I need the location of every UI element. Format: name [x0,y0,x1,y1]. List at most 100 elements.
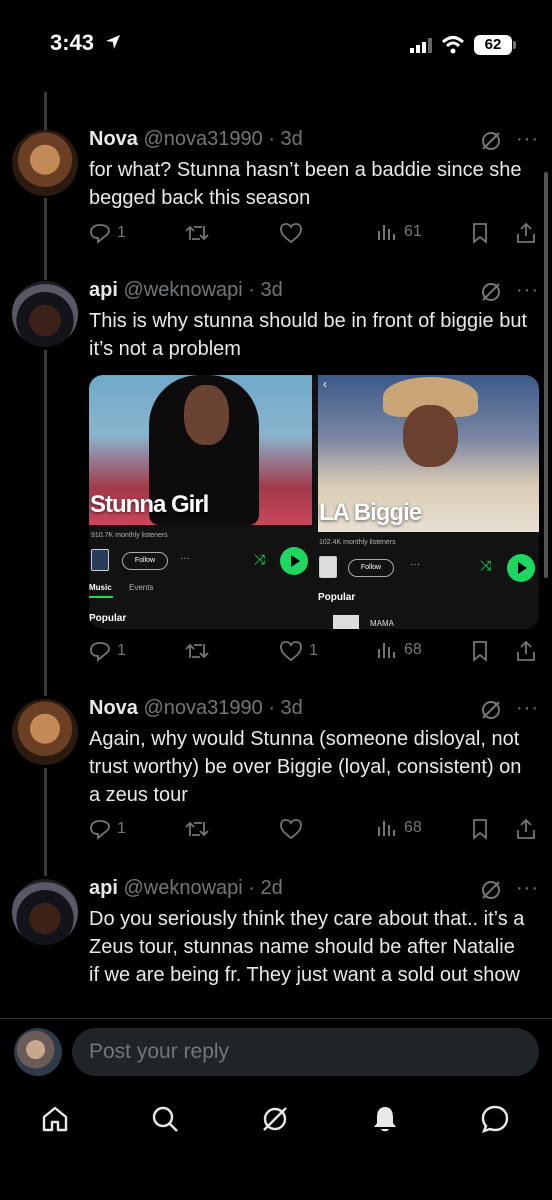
display-name[interactable]: Nova [89,697,138,719]
grok-icon[interactable] [260,1104,290,1134]
tweet-text: Do you seriously think they care about t… [89,908,525,986]
reply-input[interactable]: Post your reply [72,1028,539,1076]
views-button[interactable]: 61 [376,222,422,242]
like-button[interactable] [279,818,303,840]
repost-button[interactable] [184,222,210,244]
grok-icon[interactable] [480,879,502,901]
thread-line [44,768,47,876]
back-chevron-icon: ‹ [323,377,327,391]
more-icon: ··· [180,553,190,564]
views-button[interactable]: 68 [376,640,422,660]
share-icon[interactable] [515,818,537,840]
tweet-header: api @weknowapi · 2d [89,877,283,900]
repost-button[interactable] [184,818,210,840]
grok-icon[interactable] [480,130,502,152]
reply-button[interactable]: 1 [89,818,126,840]
avatar[interactable] [12,879,78,945]
status-bar: 3:43 62 [0,0,552,92]
reply-bar: Post your reply [0,1018,552,1084]
heart-icon [280,819,302,840]
display-name[interactable]: api [89,279,118,301]
home-icon[interactable] [40,1104,70,1134]
reply-button[interactable]: 1 [89,640,126,662]
cellular-signal-icon [410,38,432,53]
search-icon[interactable] [150,1104,180,1134]
tweet-actions: 1 61 [89,222,539,248]
grok-icon[interactable] [480,281,502,303]
views-button[interactable]: 68 [376,818,422,838]
play-icon [507,554,535,582]
monthly-listeners: 102.4K monthly listeners [319,539,396,546]
views-icon [378,821,395,836]
location-arrow-icon [106,35,120,49]
reply-count: 1 [117,224,126,241]
follow-button: Follow [122,552,168,570]
play-icon [280,547,308,575]
avatar[interactable] [14,1028,62,1076]
avatar[interactable] [12,281,78,347]
messages-icon[interactable] [480,1104,510,1134]
reply-button[interactable]: 1 [89,222,126,244]
battery-indicator: 62 [474,35,512,55]
thread-line [44,198,47,280]
reply-icon [90,820,110,840]
media-image-biggie[interactable]: ‹ LA Biggie 102.4K monthly listeners Fol… [318,375,539,629]
bookmark-icon[interactable] [470,222,490,244]
views-count: 68 [404,641,422,658]
tweet-actions: 1 1 68 [89,640,539,666]
track-title: MAMA [370,619,394,628]
tab-underline [89,596,113,598]
handle-and-time[interactable]: @nova31990 · 3d [143,128,302,150]
bookmark-icon[interactable] [470,640,490,662]
bookmark-icon[interactable] [470,818,490,840]
heart-icon [280,223,302,244]
reply-count: 1 [117,642,126,659]
playlist-thumbnail [91,549,109,571]
track-artwork [333,615,359,629]
like-button[interactable] [279,222,303,244]
repost-button[interactable] [184,640,210,662]
tab-events: Events [129,583,154,592]
playlist-thumbnail [319,556,337,578]
more-icon: ··· [410,559,420,570]
media-image-stunna[interactable]: Stunna Girl 910.7K monthly listeners Fol… [89,375,312,629]
shuffle-icon: ⤨ [254,551,266,567]
shuffle-icon: ⤨ [480,557,492,573]
scroll-indicator [544,172,548,578]
handle-and-time[interactable]: @weknowapi · 2d [123,877,282,899]
more-options-icon[interactable]: ··· [516,279,539,302]
reply-icon [90,224,110,244]
reply-count: 1 [117,820,126,837]
more-options-icon[interactable]: ··· [516,877,539,900]
avatar[interactable] [12,699,78,765]
handle-and-time[interactable]: @nova31990 · 3d [143,697,302,719]
popular-heading: Popular [318,592,356,603]
tweet-actions: 1 68 [89,818,539,844]
tweet-text: for what? Stunna hasn’t been a baddie si… [89,159,522,209]
tweet-media[interactable]: Stunna Girl 910.7K monthly listeners Fol… [89,375,539,629]
display-name[interactable]: api [89,877,118,899]
thread-line [44,92,47,130]
like-button[interactable]: 1 [279,640,318,662]
heart-icon [280,641,302,662]
notifications-icon[interactable] [370,1104,400,1134]
tweet-text: Again, why would Stunna (someone disloya… [89,728,522,806]
repost-icon [185,225,209,241]
display-name[interactable]: Nova [89,128,138,150]
wifi-icon [441,36,465,54]
like-count: 1 [309,642,318,659]
share-icon[interactable] [515,222,537,244]
more-options-icon[interactable]: ··· [516,128,539,151]
grok-icon[interactable] [480,699,502,721]
reply-icon [90,642,110,662]
repost-icon [185,643,209,659]
handle-and-time[interactable]: @weknowapi · 3d [123,279,282,301]
views-icon [378,643,395,658]
share-icon[interactable] [515,640,537,662]
bottom-nav [0,1090,552,1150]
avatar[interactable] [12,130,78,196]
popular-heading: Popular [89,613,127,624]
views-count: 68 [404,819,422,836]
more-options-icon[interactable]: ··· [516,697,539,720]
tweet-header: Nova @nova31990 · 3d [89,697,303,720]
